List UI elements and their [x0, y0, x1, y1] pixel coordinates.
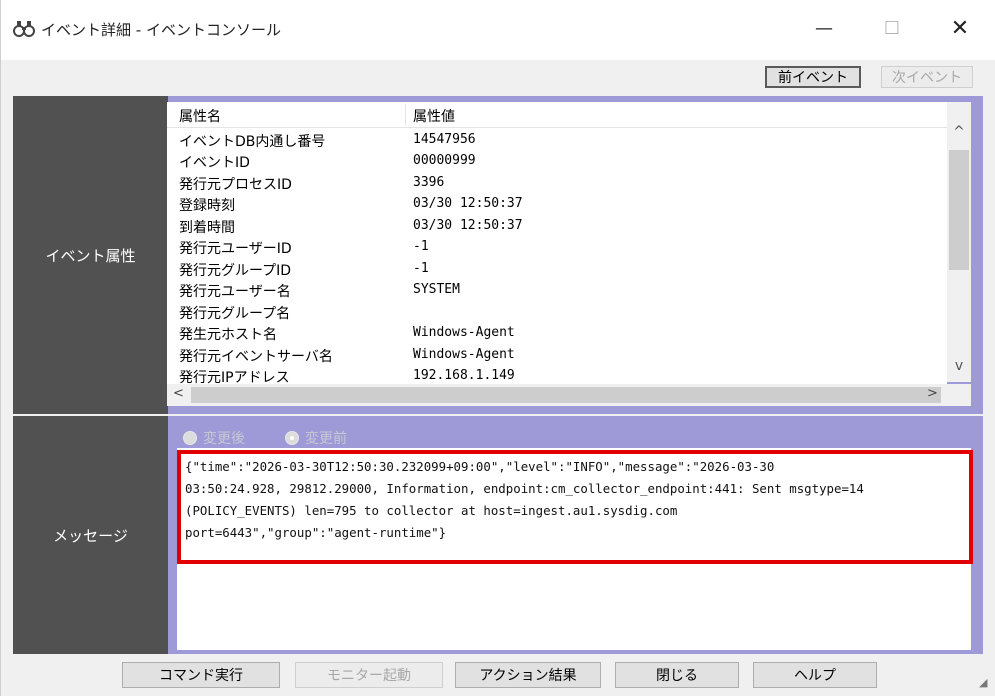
vertical-scroll-thumb[interactable] [949, 150, 969, 270]
attribute-value: -1 [413, 239, 429, 254]
radio-before-label: 変更前 [305, 431, 347, 447]
scroll-down-icon[interactable]: v [947, 358, 971, 378]
attribute-name: 発行元イベントサーバ名 [179, 349, 333, 365]
attributes-horizontal-scrollbar[interactable]: < > [167, 384, 971, 406]
attribute-value: 14547956 [413, 132, 476, 147]
attribute-name: 到着時間 [179, 220, 235, 236]
help-button[interactable]: ヘルプ [753, 662, 877, 688]
close-button[interactable]: 閉じる [615, 662, 739, 688]
maximize-button[interactable]: ☐ [869, 10, 915, 46]
command-exec-button[interactable]: コマンド実行 [122, 662, 280, 688]
scroll-up-icon[interactable]: ^ [947, 124, 971, 144]
scroll-right-icon[interactable]: > [927, 386, 938, 401]
radio-before-change[interactable]: 変更前 [285, 428, 347, 448]
message-version-radio-group: 変更後 変更前 [183, 428, 347, 448]
event-attributes-label: イベント属性 [13, 96, 168, 414]
table-row[interactable]: 発行元グループID -1 [167, 259, 947, 279]
table-row[interactable]: 発生元ホスト名 Windows-Agent [167, 323, 947, 343]
attribute-value: Windows-Agent [413, 347, 515, 362]
radio-circle-icon [183, 431, 197, 445]
event-detail-window: イベント詳細 - イベントコンソール — ☐ ✕ 前イベント 次イベント イベン… [0, 0, 995, 696]
binoculars-icon [13, 21, 35, 37]
table-row[interactable]: イベントID 00000999 [167, 151, 947, 171]
attributes-vertical-scrollbar[interactable]: ^ v [947, 102, 971, 382]
monitor-start-button[interactable]: モニター起動 [295, 662, 443, 688]
action-result-button[interactable]: アクション結果 [455, 662, 601, 688]
close-window-button[interactable]: ✕ [937, 10, 983, 46]
attribute-value: 03/30 12:50:37 [413, 218, 523, 233]
attributes-table-header: 属性名 属性値 [167, 102, 947, 128]
attribute-value: -1 [413, 261, 429, 276]
minimize-button[interactable]: — [801, 10, 847, 46]
prev-event-button[interactable]: 前イベント [765, 66, 861, 88]
table-row[interactable]: 発行元IPアドレス 192.168.1.149 [167, 366, 947, 386]
attribute-value: 192.168.1.149 [413, 368, 515, 383]
column-separator[interactable] [405, 104, 406, 126]
next-event-button[interactable]: 次イベント [881, 66, 973, 88]
column-header-name[interactable]: 属性名 [179, 106, 221, 126]
table-row[interactable]: 登録時刻 03/30 12:50:37 [167, 194, 947, 214]
table-row[interactable]: 発行元プロセスID 3396 [167, 173, 947, 193]
attribute-value: 03/30 12:50:37 [413, 196, 523, 211]
attribute-value: SYSTEM [413, 282, 460, 297]
horizontal-scroll-thumb[interactable] [191, 387, 941, 403]
table-row[interactable]: 発行元グループ名 [167, 302, 947, 322]
attribute-value: 00000999 [413, 153, 476, 168]
message-highlight-box [177, 450, 973, 564]
attribute-name: 発行元グループ名 [179, 306, 291, 322]
scroll-left-icon[interactable]: < [173, 386, 184, 401]
attribute-name: 登録時刻 [179, 198, 235, 214]
attribute-name: 発生元ホスト名 [179, 327, 277, 343]
attribute-name: 発行元グループID [179, 263, 292, 279]
attribute-name: 発行元プロセスID [179, 177, 292, 193]
radio-selected-icon [285, 431, 299, 445]
attributes-table: 属性名 属性値 イベントDB内通し番号 14547956 イベントID 0000… [167, 102, 947, 392]
radio-after-label: 変更後 [203, 431, 245, 447]
window-title: イベント詳細 - イベントコンソール [41, 21, 281, 39]
table-row[interactable]: 到着時間 03/30 12:50:37 [167, 216, 947, 236]
attribute-name: 発行元ユーザー名 [179, 284, 291, 300]
table-row[interactable]: イベントDB内通し番号 14547956 [167, 130, 947, 150]
attribute-name: 発行元ユーザーID [179, 241, 292, 257]
resize-grip-icon[interactable]: ◢ [979, 676, 987, 689]
attribute-name: イベントDB内通し番号 [179, 134, 326, 150]
radio-after-change[interactable]: 変更後 [183, 428, 245, 448]
message-label: メッセージ [13, 416, 168, 654]
table-row[interactable]: 発行元ユーザーID -1 [167, 237, 947, 257]
column-header-value[interactable]: 属性値 [413, 106, 455, 126]
title-bar: イベント詳細 - イベントコンソール — ☐ ✕ [1, 0, 995, 60]
table-row[interactable]: 発行元イベントサーバ名 Windows-Agent [167, 345, 947, 365]
attribute-name: イベントID [179, 155, 250, 171]
attribute-value: Windows-Agent [413, 325, 515, 340]
attribute-value: 3396 [413, 175, 445, 190]
table-row[interactable]: 発行元ユーザー名 SYSTEM [167, 280, 947, 300]
